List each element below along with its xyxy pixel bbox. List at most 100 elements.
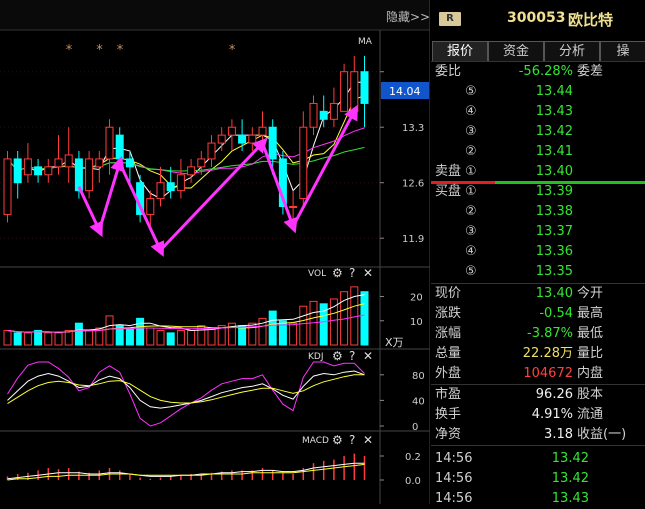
candle-body — [156, 182, 165, 200]
stat-row: 现价 13.40 今开 — [431, 284, 645, 304]
volume-bar — [207, 327, 216, 346]
hide-panel-button[interactable]: 隐藏>> — [386, 10, 430, 24]
stat-row: 市盈 96.26 股本 — [431, 385, 645, 405]
stat-label: 现价 — [435, 286, 462, 301]
kdj-axis-label: 80 — [412, 371, 425, 382]
volume-bar — [64, 329, 73, 346]
stat-label: 涨跌 — [435, 306, 462, 321]
candle-body — [238, 134, 247, 144]
volume-bar — [34, 329, 43, 346]
kdj-label: KDJ — [308, 352, 324, 362]
tick-price: 13.42 — [551, 451, 589, 466]
stat-label: 总量 — [435, 346, 462, 361]
stat-label: 市盈 — [435, 387, 462, 402]
stat-label-2: 收益(一) — [577, 427, 627, 442]
macd-help-icon[interactable]: ? — [349, 433, 355, 447]
stat-label-2: 内盘 — [577, 366, 604, 381]
macd-close-icon[interactable]: ✕ — [363, 433, 373, 447]
candle-body — [105, 126, 114, 160]
buy-level-row: ③ 13.37 — [431, 222, 645, 242]
stat-value: -0.54 — [539, 306, 573, 321]
tab-funds[interactable]: 资金 — [488, 41, 544, 61]
vol-gear-icon[interactable]: ⚙ — [332, 266, 343, 280]
vol-axis-label: 10 — [410, 317, 423, 328]
macd-label: MACD — [302, 436, 329, 446]
level-number: ③ — [465, 224, 477, 239]
candle-body — [227, 126, 236, 136]
candle-body — [187, 166, 196, 176]
tick-row: 14:56 13.42 — [431, 449, 645, 469]
volume-bar — [360, 291, 369, 346]
signal-star: * — [229, 43, 236, 58]
weibi-value: -56.28% — [518, 64, 573, 79]
stat-row: 涨跌 -0.54 最高 — [431, 304, 645, 324]
volume-bar — [268, 310, 277, 346]
stat-value: 104672 — [523, 366, 573, 381]
level-number: ③ — [465, 124, 477, 139]
volume-bar — [156, 329, 165, 346]
kdj-close-icon[interactable]: ✕ — [363, 349, 373, 363]
price-value: 13.35 — [535, 264, 573, 279]
candle-body — [64, 154, 73, 168]
tab-quote[interactable]: 报价 — [432, 41, 488, 61]
volume-bar — [54, 332, 63, 346]
candle-body — [166, 182, 175, 192]
stat-row: 总量 22.28万 量比 — [431, 344, 645, 364]
r-badge: R — [439, 12, 461, 26]
vol-close-icon[interactable]: ✕ — [363, 266, 373, 280]
current-price-tag-text: 14.04 — [389, 85, 421, 98]
buy-level-row: ④ 13.36 — [431, 242, 645, 262]
candle-body — [95, 158, 104, 168]
candle-body — [340, 71, 349, 112]
candle-body — [258, 126, 267, 136]
level-number: ⑤ — [465, 84, 477, 99]
macd-axis-label: 0.2 — [405, 452, 421, 463]
tick-time: 14:56 — [435, 491, 473, 506]
kdj-axis-label: 40 — [412, 396, 425, 407]
price-value: 13.37 — [535, 224, 573, 239]
volume-bar — [176, 329, 185, 346]
level-number: ② — [465, 204, 477, 219]
macd-gear-icon[interactable]: ⚙ — [332, 433, 343, 447]
candle-body — [34, 166, 43, 176]
tab-analysis[interactable]: 分析 — [544, 41, 600, 61]
volume-bar — [146, 327, 155, 346]
kline-chart[interactable]: 隐藏>> MA * * * * 13.3 12.6 11.9 20 10 80 40 0 0.2… — [0, 0, 430, 504]
kdj-help-icon[interactable]: ? — [349, 349, 355, 363]
volume-bar — [74, 322, 83, 346]
volume-bar — [3, 329, 12, 346]
tick-time: 14:56 — [435, 471, 473, 486]
buy-level-row: ⑤ 13.35 — [431, 262, 645, 282]
vol-unit-label: X万 — [385, 336, 404, 349]
stat-row: 外盘 104672 内盘 — [431, 364, 645, 384]
candle-body — [217, 134, 226, 144]
kdj-gear-icon[interactable]: ⚙ — [332, 349, 343, 363]
weibi-row: 委比 -56.28% 委差 — [431, 62, 645, 82]
stock-name: 欧比特 — [568, 11, 614, 29]
price-value: 13.42 — [535, 124, 573, 139]
macd-axis-label: 0.0 — [405, 476, 421, 487]
candle-body — [248, 134, 257, 144]
stat-label-2: 股本 — [577, 387, 604, 402]
candle-body — [309, 102, 318, 128]
sell-level-row: ⑤ 13.44 — [431, 82, 645, 102]
stock-header: R 300053 欧比特 — [431, 0, 645, 36]
signal-star: * — [96, 43, 103, 58]
stat-label-2: 最高 — [577, 306, 604, 321]
candle-body — [23, 158, 32, 176]
row-label: 卖盘 — [435, 164, 462, 179]
volume-bar — [299, 305, 308, 346]
stat-row: 净资 3.18 收益(一) — [431, 425, 645, 445]
vol-help-icon[interactable]: ? — [349, 266, 355, 280]
volume-bar — [187, 329, 196, 346]
price-value: 13.40 — [535, 164, 573, 179]
buy-level-row: ② 13.38 — [431, 202, 645, 222]
candle-body — [125, 158, 134, 168]
candle-body — [13, 158, 22, 184]
weicha-label: 委差 — [577, 64, 604, 79]
candle-body — [44, 166, 53, 176]
stat-value: 3.18 — [544, 427, 573, 442]
tab-operate[interactable]: 操 — [600, 41, 645, 61]
row-label: 买盘 — [435, 184, 462, 199]
kdj-axis-label: 0 — [412, 422, 418, 433]
